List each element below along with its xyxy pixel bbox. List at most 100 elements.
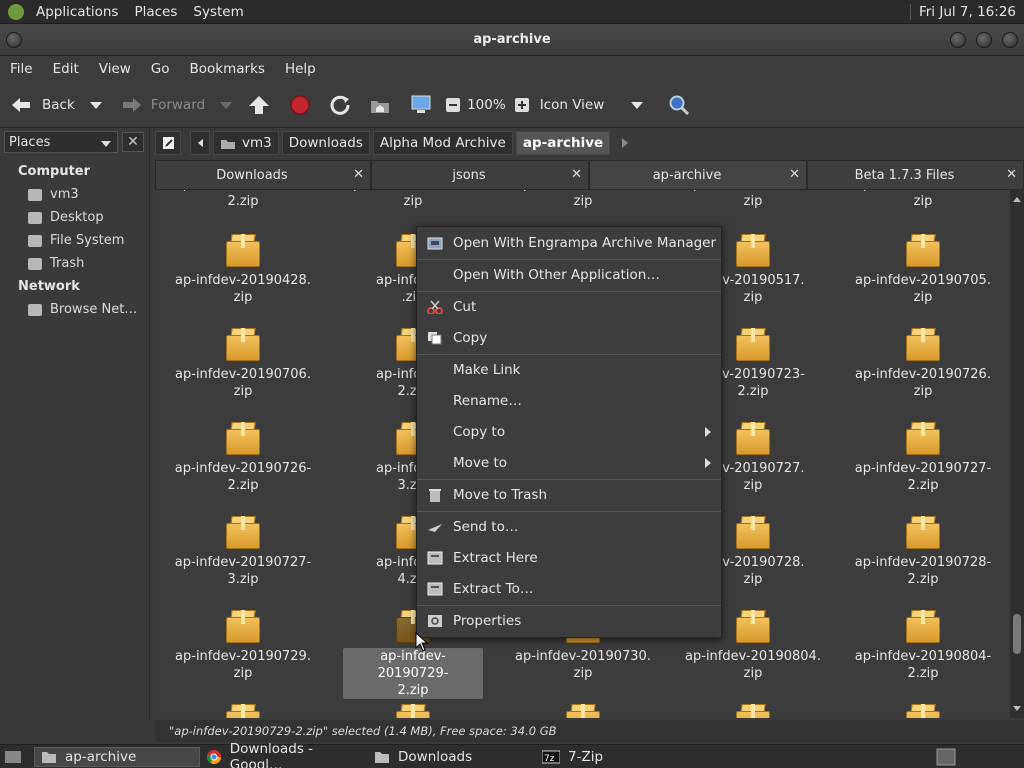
view-mode-value: Icon View	[539, 96, 605, 113]
clock[interactable]: Fri Jul 7, 16:26	[909, 3, 1024, 20]
context-menu-label: Move to Trash	[453, 487, 548, 503]
menu-go[interactable]: Go	[141, 61, 180, 77]
sidebar-item-vm3[interactable]: vm3	[28, 187, 79, 202]
forward-button[interactable]: Forward	[121, 96, 233, 114]
file-item[interactable]: ap-infdev-20190727- 3.zip	[173, 514, 313, 588]
context-menu-item-open-with-other-application[interactable]: Open With Other Application…	[417, 261, 721, 289]
path-scroll-left-button[interactable]	[190, 131, 210, 155]
context-menu-item-copy-to[interactable]: Copy to	[417, 418, 721, 446]
file-item[interactable]: ap-infdev-20190729. zip	[173, 608, 313, 682]
maximize-button[interactable]	[976, 32, 992, 48]
context-menu-item-make-link[interactable]: Make Link	[417, 356, 721, 384]
vertical-scrollbar[interactable]	[1010, 190, 1024, 718]
file-name: ap-infdev-20190706. zip	[175, 367, 311, 399]
breadcrumb-alpha-mod-archive[interactable]: Alpha Mod Archive	[372, 131, 513, 155]
home-folder-icon	[28, 188, 42, 201]
minimize-button[interactable]	[950, 32, 966, 48]
menu-view[interactable]: View	[89, 61, 141, 77]
context-menu-item-cut[interactable]: Cut	[417, 293, 721, 321]
tab-ap-archive[interactable]: ap-archive ✕	[589, 160, 807, 190]
up-arrow-icon[interactable]	[247, 94, 271, 116]
context-menu-item-copy[interactable]: Copy	[417, 324, 721, 352]
file-item[interactable]: ap-infdev-20190415.zip	[683, 190, 823, 210]
sidebar-item-desktop[interactable]: Desktop	[28, 210, 104, 225]
forward-label: Forward	[150, 96, 206, 113]
context-menu-item-open-with-engrampa-archive-manager[interactable]: Open With Engrampa Archive Manager	[417, 229, 721, 257]
places-sidebar: Places ✕ Computer vm3 Desktop File Syste…	[0, 128, 150, 720]
home-folder-icon[interactable]	[369, 95, 391, 115]
tab-close-icon[interactable]: ✕	[571, 167, 582, 182]
context-menu-label: Move to	[453, 455, 508, 471]
tab-close-icon[interactable]: ✕	[789, 167, 800, 182]
sidebar-type-select[interactable]: Places	[4, 131, 118, 153]
tab-close-icon[interactable]: ✕	[353, 167, 364, 182]
stop-icon[interactable]	[289, 94, 311, 116]
task-chrome-downloads[interactable]: Downloads - Googl…	[206, 741, 368, 768]
breadcrumb-vm3[interactable]: vm3	[213, 131, 279, 155]
file-item[interactable]: ap-infdev-20190428. zip	[173, 232, 313, 306]
search-icon[interactable]	[668, 94, 690, 116]
task-7zip[interactable]: 7z 7-Zip	[542, 747, 702, 767]
zoom-level: 100%	[467, 96, 506, 113]
menu-edit[interactable]: Edit	[43, 61, 89, 77]
reload-icon[interactable]	[329, 94, 351, 116]
file-item[interactable]: ap-infdev-20190726. zip	[853, 326, 993, 400]
file-item[interactable]: ap-infdev-20190421.zip	[853, 190, 993, 210]
archive-box-icon	[736, 514, 770, 550]
context-menu-label: Open With Other Application…	[453, 267, 660, 283]
sidebar-item-filesystem[interactable]: File System	[28, 233, 124, 248]
window-titlebar[interactable]: ap-archive	[0, 24, 1024, 56]
file-item[interactable]: ap-infdev-20190728- 2.zip	[853, 514, 993, 588]
show-desktop-button[interactable]	[4, 747, 24, 767]
applications-menu[interactable]: Applications	[28, 4, 126, 20]
tab-jsons[interactable]: jsons ✕	[371, 160, 589, 190]
tab-beta-files[interactable]: Beta 1.7.3 Files ✕	[807, 160, 1024, 190]
workspace-switcher[interactable]	[936, 747, 958, 767]
sidebar-item-trash[interactable]: Trash	[28, 256, 84, 271]
menu-help[interactable]: Help	[275, 61, 326, 77]
computer-icon[interactable]	[409, 94, 433, 116]
file-item[interactable]: ap-infdev-20190706. zip	[173, 326, 313, 400]
menu-file[interactable]: File	[0, 61, 43, 77]
zoom-out-icon[interactable]	[445, 97, 461, 113]
context-menu-item-extract-to[interactable]: Extract To…	[417, 575, 721, 603]
tab-close-icon[interactable]: ✕	[1006, 167, 1017, 182]
context-menu-item-move-to[interactable]: Move to	[417, 449, 721, 477]
task-ap-archive[interactable]: ap-archive	[34, 747, 200, 767]
breadcrumb-ap-archive[interactable]: ap-archive	[515, 131, 611, 155]
file-item[interactable]: ap-infdev-20190726- 2.zip	[173, 420, 313, 494]
tab-downloads[interactable]: Downloads ✕	[155, 160, 371, 190]
scroll-down-icon[interactable]	[1010, 704, 1024, 714]
back-button[interactable]: Back	[10, 96, 103, 114]
context-menu-item-send-to[interactable]: Send to…	[417, 513, 721, 541]
file-item[interactable]: ap-infdev-20190727- 2.zip	[853, 420, 993, 494]
system-menu[interactable]: System	[185, 4, 251, 20]
zoom-in-icon[interactable]	[514, 97, 530, 113]
context-menu-item-rename[interactable]: Rename…	[417, 387, 721, 415]
scrollbar-thumb[interactable]	[1013, 614, 1021, 654]
file-item[interactable]: ap-infdev-20190414.zip	[513, 190, 653, 210]
breadcrumb-downloads[interactable]: Downloads	[281, 131, 370, 155]
file-item[interactable]: ap-infdev-20190413.zip	[343, 190, 483, 210]
task-downloads[interactable]: Downloads	[374, 747, 534, 767]
file-item[interactable]: ap-infdev-20190407-2.zip	[173, 190, 313, 210]
sidebar-close-button[interactable]: ✕	[122, 132, 144, 152]
sidebar-item-browse-network[interactable]: Browse Net…	[28, 302, 137, 317]
file-item[interactable]: ap-infdev-20190804- 2.zip	[853, 608, 993, 682]
file-item[interactable]: ap-infdev-20190705. zip	[853, 232, 993, 306]
menu-bookmarks[interactable]: Bookmarks	[180, 61, 275, 77]
file-name: ap-infdev-20190705. zip	[855, 273, 991, 305]
context-menu-label: Copy to	[453, 424, 506, 440]
mate-logo-icon[interactable]	[8, 3, 24, 20]
scroll-up-icon[interactable]	[1010, 194, 1024, 204]
toolbar: Back Forward 100% Icon View	[0, 82, 1024, 128]
view-mode-select[interactable]: Icon View	[540, 97, 644, 113]
location-toggle-button[interactable]	[155, 131, 181, 155]
context-menu-item-properties[interactable]: Properties	[417, 607, 721, 635]
chevron-right-icon[interactable]	[621, 138, 629, 148]
close-button[interactable]	[1002, 32, 1018, 48]
places-menu[interactable]: Places	[126, 4, 185, 20]
context-menu-item-move-to-trash[interactable]: Move to Trash	[417, 481, 721, 509]
sidebar-item-label: Desktop	[50, 210, 104, 225]
context-menu-item-extract-here[interactable]: Extract Here	[417, 544, 721, 572]
